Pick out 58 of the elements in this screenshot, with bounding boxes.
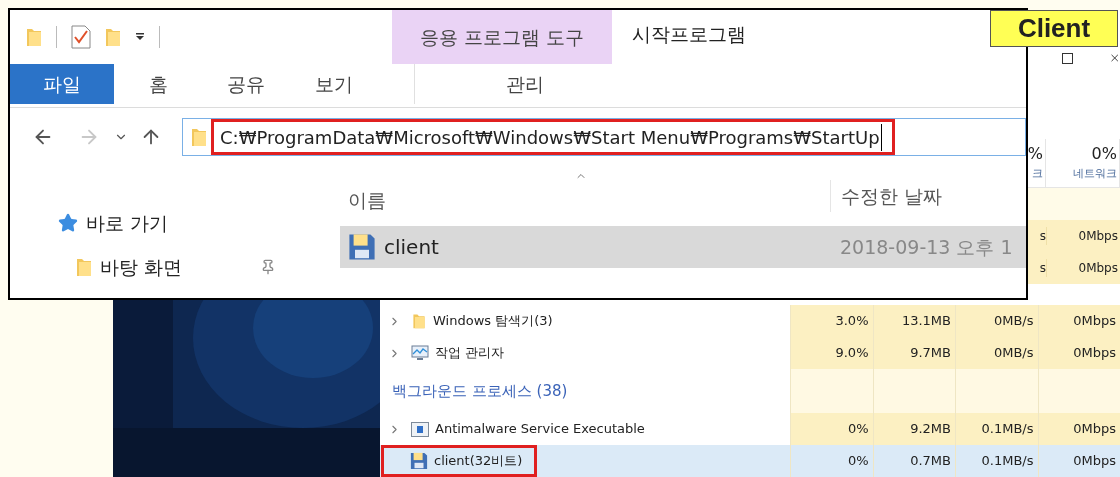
column-usage: % <box>1027 143 1043 165</box>
column-header[interactable]: 이름 <box>348 186 830 215</box>
contextual-tab-group: 응용 프로그램 도구 <box>419 22 585 52</box>
maximize-button[interactable] <box>1062 52 1073 64</box>
dropdown-icon[interactable] <box>135 32 145 42</box>
ribbon-tab[interactable]: 보기 <box>290 64 378 104</box>
nav-item[interactable]: 바탕 화면 <box>58 250 340 284</box>
table-cell: 0.1MB/s <box>955 413 1038 445</box>
star-icon <box>58 213 78 233</box>
title-label: Client <box>990 10 1118 47</box>
table-cell: 0% <box>790 413 873 445</box>
table-cell: 0Mbps <box>1037 337 1120 369</box>
ribbon-tab[interactable]: 파일 <box>10 64 114 104</box>
table-cell: 9.2MB <box>872 413 955 445</box>
column-header: 크 <box>1032 166 1043 182</box>
folder-icon <box>26 27 42 47</box>
process-name: Windows 탐색기(3) <box>433 312 553 331</box>
column-header[interactable]: 수정한 날짜 <box>841 181 943 211</box>
ribbon-tab[interactable]: 관리 <box>414 64 634 104</box>
address-path: C:₩ProgramData₩Microsoft₩Windows₩Start Menu₩Programs₩StartUp <box>220 123 882 151</box>
table-cell: 0Mbps <box>1037 413 1120 445</box>
monitor-chart-icon <box>411 345 429 361</box>
process-row[interactable]: Windows 탐색기(3) 3.0% 13.1MB 0MB/s 0Mbps <box>380 305 1120 337</box>
table-cell: 0Mbps <box>1046 259 1120 277</box>
process-name: 작업 관리자 <box>435 344 505 363</box>
nav-item[interactable]: 바로 가기 <box>58 206 340 240</box>
table-cell: 3.0% <box>790 305 873 337</box>
table-cell: 0Mbps <box>1037 305 1120 337</box>
folder-icon <box>411 313 427 329</box>
folder-icon <box>105 27 121 47</box>
process-row[interactable]: client(32비트) 0% 0.7MB 0.1MB/s 0Mbps <box>380 445 1120 477</box>
process-row[interactable]: 작업 관리자 9.0% 9.7MB 0MB/s 0Mbps <box>380 337 1120 369</box>
folder-icon <box>76 257 92 277</box>
address-field[interactable]: C:₩ProgramData₩Microsoft₩Windows₩Start Menu₩Programs₩StartUp <box>182 118 1026 156</box>
ribbon-tab[interactable]: 공유 <box>202 64 290 104</box>
process-name: Antimalware Service Executable <box>435 420 645 439</box>
window-app-icon <box>411 421 429 437</box>
table-cell: 0MB/s <box>955 305 1038 337</box>
window-title: 시작프로그램 <box>632 23 746 45</box>
table-cell-text: s <box>1038 260 1046 277</box>
checklist-icon[interactable] <box>71 25 91 49</box>
table-cell: 0MB/s <box>955 337 1038 369</box>
table-cell: 13.1MB <box>872 305 955 337</box>
process-row[interactable]: Antimalware Service Executable 0% 9.2MB 0.1MB/s 0Mbps <box>380 413 1120 445</box>
column-header: 네트워크 <box>1073 166 1117 182</box>
table-cell: 0Mbps <box>1046 227 1120 245</box>
file-date: 2018-09-13 오후 1 <box>839 234 1013 260</box>
section-heading: 백그라운드 프로세스 (38) <box>392 380 568 402</box>
close-icon[interactable] <box>1108 52 1120 64</box>
file-row[interactable]: client 2018-09-13 오후 1 <box>340 226 1026 268</box>
table-cell-text: s <box>1038 228 1046 245</box>
file-name: client <box>384 234 439 261</box>
column-usage: 0% <box>1091 143 1117 165</box>
ribbon-tab[interactable]: 홈 <box>114 64 202 104</box>
folder-icon <box>191 127 207 147</box>
process-name: client(32비트) <box>434 452 523 471</box>
table-cell: 9.7MB <box>872 337 955 369</box>
table-cell: 9.0% <box>790 337 873 369</box>
